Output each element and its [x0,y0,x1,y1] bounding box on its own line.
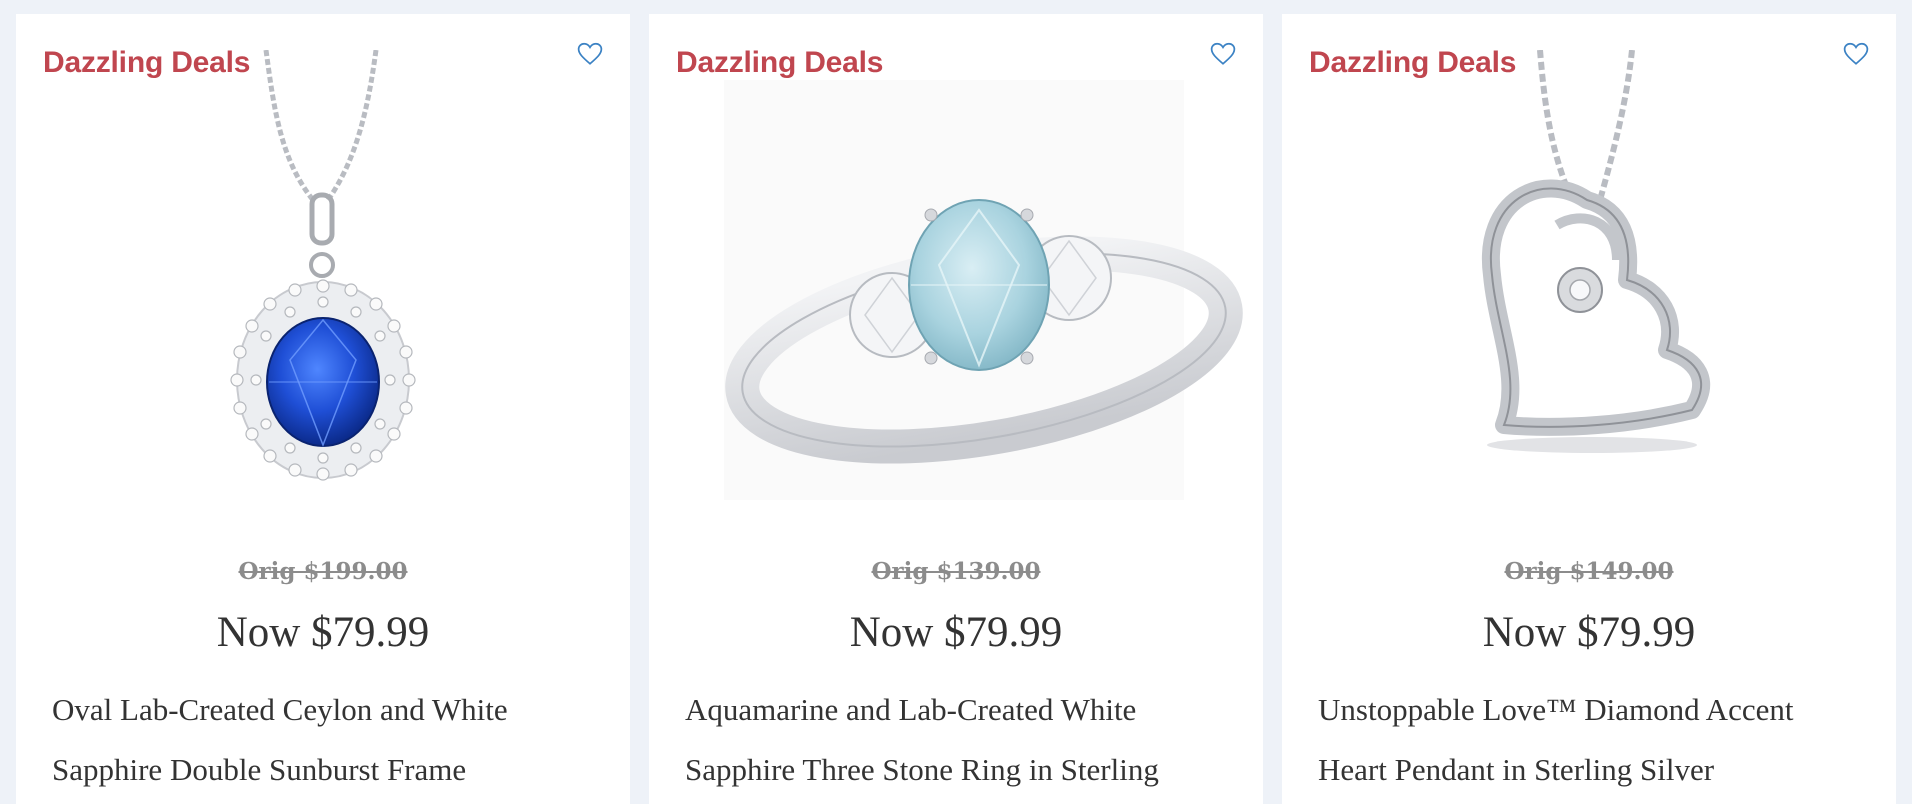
heart-outline-icon[interactable] [1843,42,1869,66]
deal-badge: Dazzling Deals [1309,46,1517,79]
deal-badge: Dazzling Deals [676,46,884,79]
heart-pendant-image [1481,50,1711,453]
product-title[interactable]: Aquamarine and Lab-Created White Sapphir… [685,680,1233,800]
deal-badge: Dazzling Deals [43,46,251,79]
heart-outline-icon[interactable] [1210,42,1236,66]
product-card[interactable]: Dazzling Deals [649,14,1263,804]
sale-price: Now $79.99 [1482,609,1696,656]
original-price: Orig $139.00 [871,558,1041,585]
sale-price: Now $79.99 [216,609,430,656]
product-card[interactable]: Dazzling Deals [16,14,630,804]
original-price: Orig $149.00 [1504,558,1674,585]
sapphire-pendant-image [230,50,416,481]
original-price: Orig $199.00 [238,558,408,585]
sale-price: Now $79.99 [849,609,1063,656]
product-title[interactable]: Unstoppable Love™ Diamond Accent Heart P… [1318,680,1866,800]
product-card[interactable]: Dazzling Deals Orig $149.00 Now $79.99 U… [1282,14,1896,804]
aquamarine-ring-image [724,80,1243,500]
product-grid: Dazzling Deals Orig $199.00 Now $79.99 O… [0,0,1912,804]
product-image[interactable] [16,50,630,540]
heart-outline-icon[interactable] [577,42,603,66]
product-image[interactable] [1282,50,1896,540]
product-title[interactable]: Oval Lab-Created Ceylon and White Sapphi… [52,680,600,800]
product-image[interactable] [649,50,1263,540]
